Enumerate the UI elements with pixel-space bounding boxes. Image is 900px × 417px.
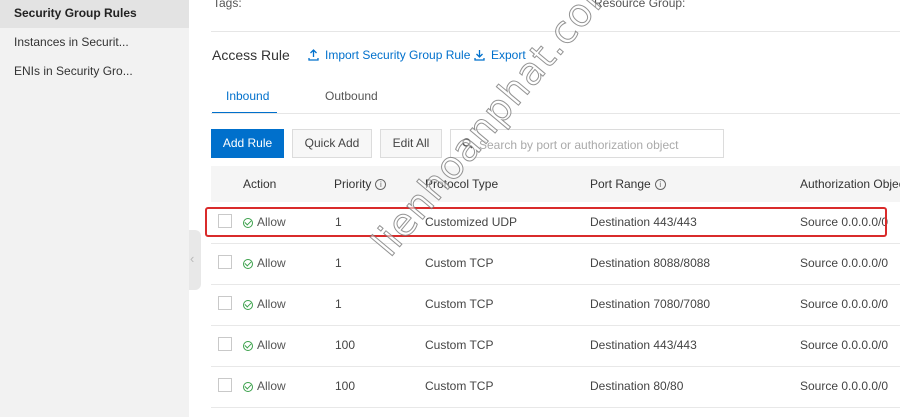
- authorization-cell: Source 0.0.0.0/0: [800, 215, 889, 229]
- add-rule-button[interactable]: Add Rule: [211, 129, 284, 158]
- info-icon[interactable]: i: [654, 179, 666, 190]
- column-header-port-range: Port Range i: [590, 177, 666, 191]
- check-circle-icon: [243, 382, 253, 392]
- priority-cell: 100: [335, 338, 356, 352]
- port-range-cell: Destination 7080/7080: [590, 297, 711, 311]
- sidebar-item-security-group-rules[interactable]: Security Group Rules: [0, 0, 189, 28]
- column-header-priority: Priority i: [334, 177, 387, 191]
- action-cell: Allow: [243, 256, 286, 270]
- authorization-cell: Source 0.0.0.0/0: [800, 338, 889, 352]
- protocol-cell: Customized UDP: [425, 215, 518, 229]
- protocol-cell: Custom TCP: [425, 297, 494, 311]
- table-header: Action Priority i Protocol Type Port Rang…: [211, 166, 900, 202]
- check-circle-icon: [243, 300, 253, 310]
- info-icon[interactable]: i: [375, 179, 387, 190]
- sidebar-item-instances[interactable]: Instances in Securit...: [0, 27, 189, 57]
- import-rule-label: Import Security Group Rule: [325, 48, 471, 62]
- authorization-cell: Source 0.0.0.0/0: [800, 297, 889, 311]
- action-cell: Allow: [243, 338, 286, 352]
- port-range-cell: Destination 8088/8088: [590, 256, 711, 270]
- priority-cell: 1: [335, 256, 342, 270]
- check-circle-icon: [243, 259, 253, 269]
- authorization-cell: Source 0.0.0.0/0: [800, 379, 889, 393]
- import-rule-link[interactable]: Import Security Group Rule: [308, 48, 470, 62]
- action-cell: Allow: [243, 379, 286, 393]
- tab-outbound[interactable]: Outbound: [325, 89, 378, 103]
- action-cell: Allow: [243, 215, 286, 229]
- row-checkbox[interactable]: [218, 378, 232, 392]
- check-circle-icon: [243, 341, 253, 351]
- priority-cell: 1: [335, 215, 342, 229]
- priority-cell: 1: [335, 297, 342, 311]
- sidebar-item-enis[interactable]: ENIs in Security Gro...: [0, 56, 189, 86]
- export-link[interactable]: Export: [474, 48, 526, 62]
- table-row: Allow 100 Custom TCP Destination 443/443…: [211, 325, 900, 367]
- protocol-cell: Custom TCP: [425, 256, 494, 270]
- resource-group-label: Resource Group:: [594, 0, 686, 10]
- tab-inbound[interactable]: Inbound: [226, 89, 269, 103]
- action-cell: Allow: [243, 297, 286, 311]
- search-input[interactable]: [477, 134, 721, 155]
- authorization-cell: Source 0.0.0.0/0: [800, 256, 889, 270]
- sidebar: Security Group Rules Instances in Securi…: [0, 0, 189, 417]
- row-checkbox[interactable]: [218, 255, 232, 269]
- table-row: Allow 1 Customized UDP Destination 443/4…: [211, 202, 900, 244]
- table-row: Allow 100 Custom TCP Destination 80/80 S…: [211, 366, 900, 408]
- column-header-authorization-object: Authorization Object: [800, 177, 900, 191]
- row-checkbox[interactable]: [218, 337, 232, 351]
- priority-cell: 100: [335, 379, 356, 393]
- table-row: Allow 1 Custom TCP Destination 7080/7080…: [211, 284, 900, 326]
- export-label: Export: [491, 48, 526, 62]
- table-row: Allow 1 Custom TCP Destination 8088/8088…: [211, 243, 900, 285]
- port-range-cell: Destination 443/443: [590, 215, 697, 229]
- access-rule-title: Access Rule: [212, 47, 290, 63]
- edit-all-button[interactable]: Edit All: [380, 129, 442, 158]
- row-checkbox[interactable]: [218, 214, 232, 228]
- column-header-protocol-type: Protocol Type: [425, 177, 499, 191]
- divider: [211, 31, 900, 32]
- download-icon: [474, 50, 485, 61]
- check-circle-icon: [243, 218, 253, 228]
- row-checkbox[interactable]: [218, 296, 232, 310]
- main-content: Tags: Resource Group: Access Rule Import…: [189, 0, 900, 417]
- search-box: [450, 129, 724, 158]
- port-range-cell: Destination 443/443: [590, 338, 697, 352]
- quick-add-button[interactable]: Quick Add: [292, 129, 372, 158]
- column-header-action: Action: [243, 177, 277, 191]
- protocol-cell: Custom TCP: [425, 338, 494, 352]
- protocol-cell: Custom TCP: [425, 379, 494, 393]
- port-range-cell: Destination 80/80: [590, 379, 684, 393]
- tabs-divider: [211, 113, 900, 114]
- import-icon: [308, 49, 319, 61]
- search-icon: [462, 138, 473, 149]
- tags-label: Tags:: [213, 0, 242, 10]
